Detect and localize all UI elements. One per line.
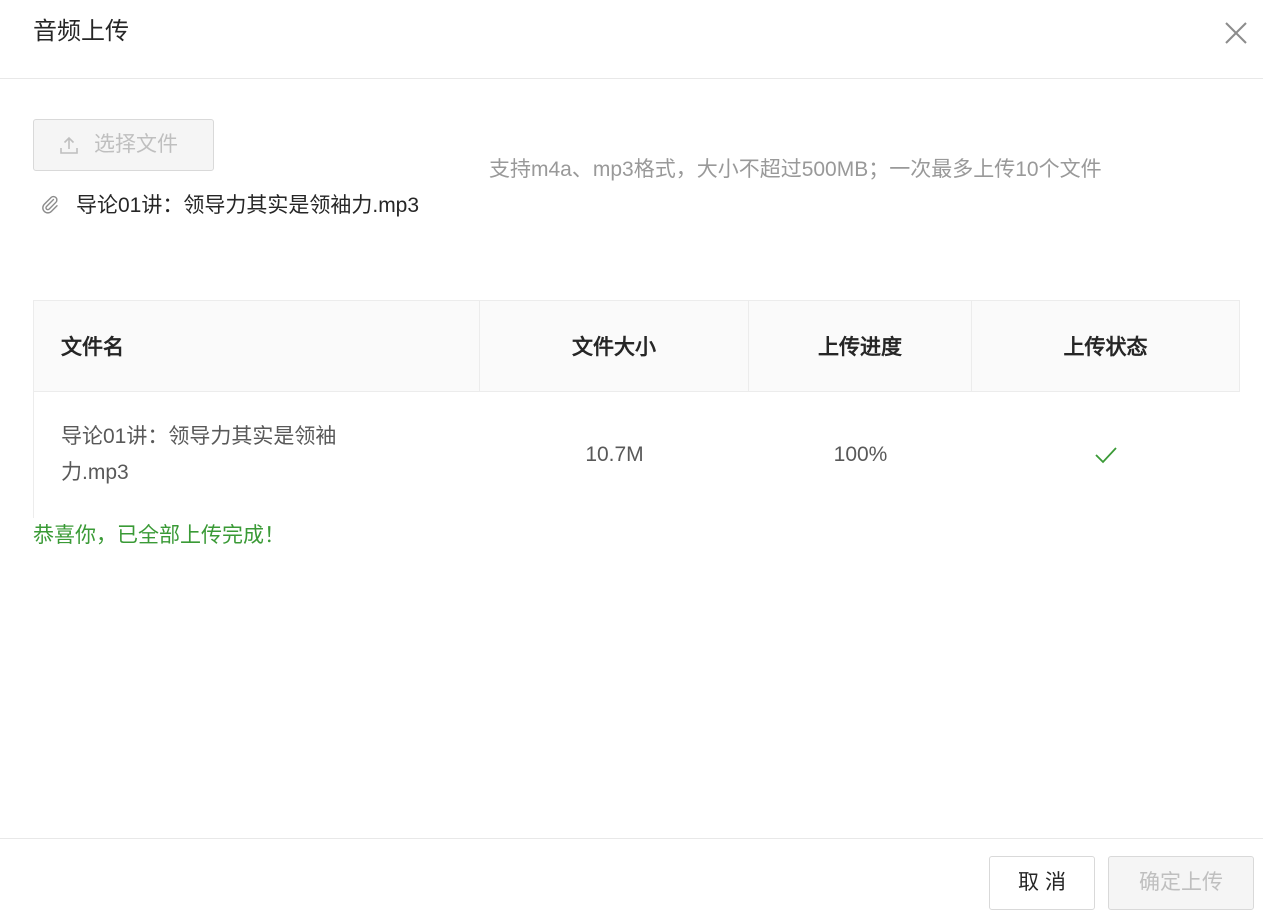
- table-header: 文件名 文件大小 上传进度 上传状态: [33, 300, 1240, 392]
- select-file-button[interactable]: 选择文件: [33, 119, 214, 171]
- upload-table: 文件名 文件大小 上传进度 上传状态 导论01讲：领导力其实是领袖力.mp3 1…: [33, 300, 1240, 518]
- selected-file-item[interactable]: 导论01讲：领导力其实是领袖力.mp3: [40, 190, 419, 218]
- table-row: 导论01讲：领导力其实是领袖力.mp3 10.7M 100%: [33, 392, 1240, 518]
- selected-file-name: 导论01讲：领导力其实是领袖力.mp3: [76, 194, 420, 217]
- row-upload-progress: 100%: [833, 443, 888, 466]
- row-upload-status: [972, 392, 1239, 518]
- select-file-label: 选择文件: [94, 133, 178, 156]
- confirm-upload-button[interactable]: 确定上传: [1108, 856, 1254, 910]
- close-icon: [1225, 22, 1247, 44]
- row-file-size: 10.7M: [585, 443, 644, 466]
- column-header-name: 文件名: [34, 301, 480, 391]
- column-header-size: 文件大小: [480, 301, 749, 391]
- cancel-button[interactable]: 取消: [989, 856, 1095, 910]
- column-header-progress: 上传进度: [749, 301, 972, 391]
- paperclip-icon: [40, 194, 60, 214]
- upload-success-message: 恭喜你，已全部上传完成！: [33, 522, 285, 550]
- row-file-name-cell: 导论01讲：领导力其实是领袖力.mp3: [34, 392, 480, 518]
- audio-upload-dialog: 音频上传 选择文件 支持m4a、mp3格式，大小不超过500MB；一次最多上传1…: [0, 0, 1263, 917]
- check-icon: [1094, 445, 1118, 465]
- close-button[interactable]: [1223, 20, 1249, 46]
- row-file-name: 导论01讲：领导力其实是领袖力.mp3: [61, 425, 337, 484]
- dialog-title: 音频上传: [33, 18, 129, 45]
- upload-hint: 支持m4a、mp3格式，大小不超过500MB；一次最多上传10个文件: [489, 158, 1102, 181]
- dialog-header: 音频上传: [0, 0, 1263, 79]
- dialog-footer: 取消 确定上传: [0, 838, 1263, 917]
- table-body: 导论01讲：领导力其实是领袖力.mp3 10.7M 100%: [33, 392, 1240, 518]
- column-header-status: 上传状态: [1063, 336, 1148, 359]
- upload-icon: [58, 134, 80, 156]
